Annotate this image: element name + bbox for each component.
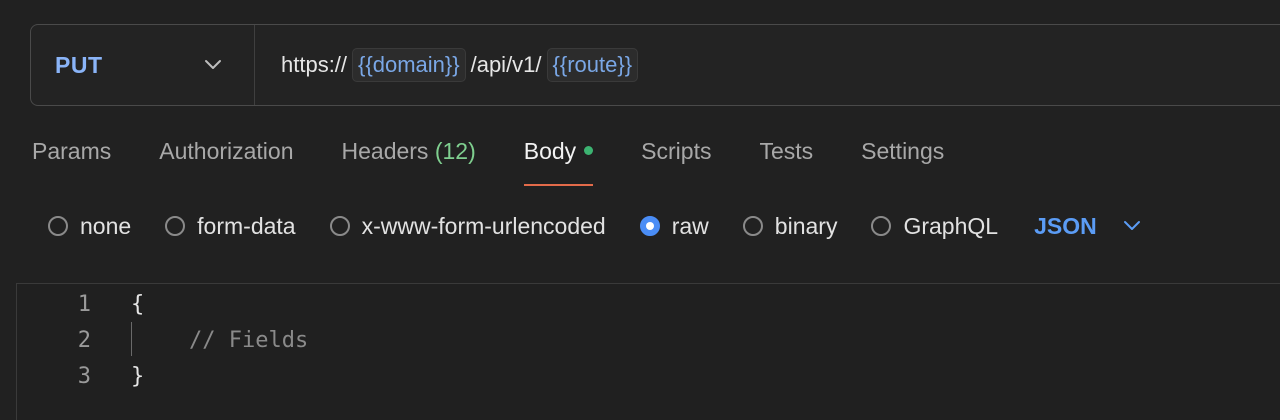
radio-form-data[interactable] xyxy=(165,216,186,236)
code-text: { xyxy=(131,291,145,317)
tab-body[interactable]: Body xyxy=(523,138,594,186)
chevron-down-icon xyxy=(1123,221,1140,230)
tab-authorization[interactable]: Authorization xyxy=(159,138,293,186)
body-modified-dot xyxy=(584,146,594,156)
editor-line: 2 // Fields xyxy=(17,322,308,358)
url-variable-route[interactable]: {{route}} xyxy=(546,48,639,82)
body-type-urlencoded[interactable]: x-www-form-urlencoded xyxy=(329,213,606,240)
tab-settings[interactable]: Settings xyxy=(861,138,944,186)
radio-none[interactable] xyxy=(48,216,68,236)
headers-count: (12) xyxy=(434,138,476,164)
line-number: 3 xyxy=(77,363,91,389)
format-label: JSON xyxy=(1034,212,1097,239)
url-path: /api/v1/ xyxy=(470,52,542,77)
radio-urlencoded[interactable] xyxy=(329,216,350,236)
body-type-graphql[interactable]: GraphQL xyxy=(871,213,998,240)
line-number: 2 xyxy=(77,327,91,353)
editor-line: 3 } xyxy=(17,358,145,394)
tab-tests[interactable]: Tests xyxy=(759,138,813,186)
method-select[interactable]: PUT xyxy=(31,25,255,105)
method-label: PUT xyxy=(55,51,103,78)
chevron-down-icon xyxy=(205,60,221,69)
tab-params[interactable]: Params xyxy=(32,138,111,186)
url-bar: PUT https:// {{domain}} /api/v1/ {{route… xyxy=(30,24,1280,106)
radio-binary[interactable] xyxy=(742,216,763,236)
url-variable-domain[interactable]: {{domain}} xyxy=(352,48,466,82)
format-select[interactable]: JSON xyxy=(1034,213,1141,240)
url-input[interactable]: https:// {{domain}} /api/v1/ {{route}} xyxy=(255,48,641,82)
request-tabs: Params Authorization Headers (12) Body S… xyxy=(32,138,992,186)
body-type-none[interactable]: none xyxy=(48,213,131,240)
body-type-raw[interactable]: raw xyxy=(639,213,709,240)
radio-raw[interactable] xyxy=(639,216,660,236)
tab-headers[interactable]: Headers (12) xyxy=(342,138,476,186)
url-protocol: https:// xyxy=(281,52,348,77)
body-type-options: none form-data x-www-form-urlencoded raw… xyxy=(48,208,1141,244)
radio-graphql[interactable] xyxy=(871,216,892,236)
line-number: 1 xyxy=(77,291,91,317)
editor-line: 1 { xyxy=(17,286,145,322)
code-editor[interactable]: 1 { 2 // Fields 3 } xyxy=(16,283,1280,420)
body-type-form-data[interactable]: form-data xyxy=(165,213,296,240)
tab-scripts[interactable]: Scripts xyxy=(641,138,711,186)
body-type-binary[interactable]: binary xyxy=(742,213,837,240)
code-comment: // Fields xyxy=(189,327,309,353)
code-text: } xyxy=(131,363,145,389)
